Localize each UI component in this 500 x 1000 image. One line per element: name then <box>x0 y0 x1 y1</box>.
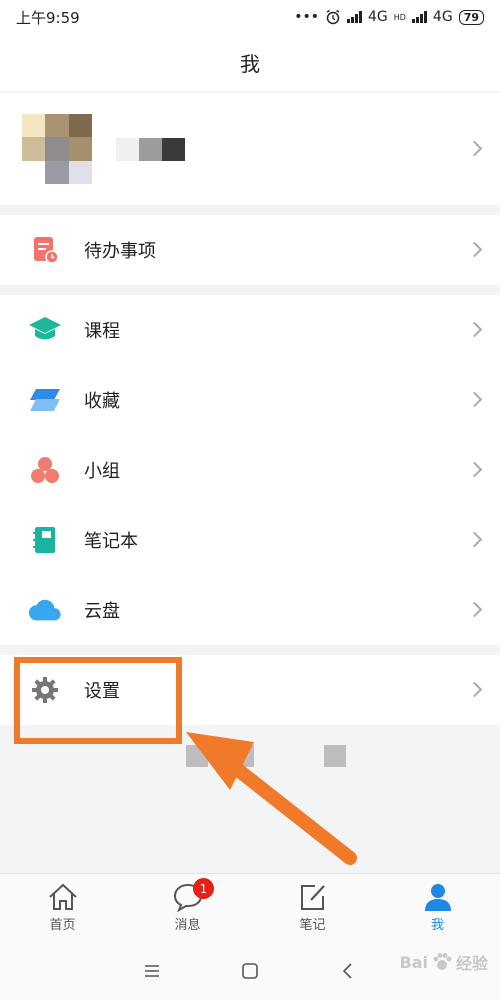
watermark-suffix: 经验 <box>455 954 488 973</box>
blurred-block <box>324 745 346 767</box>
chevron-right-icon <box>466 241 483 258</box>
user-icon <box>424 884 451 911</box>
chevron-right-icon <box>466 140 483 157</box>
cloud-icon <box>28 593 62 627</box>
menu-icon[interactable] <box>143 963 161 979</box>
chevron-right-icon <box>466 681 483 698</box>
status-time: 上午9:59 <box>16 8 80 27</box>
page-header: 我 <box>0 34 500 92</box>
menu-item-courses[interactable]: 课程 <box>0 295 500 365</box>
chevron-right-icon <box>466 461 483 478</box>
blurred-block <box>232 745 254 767</box>
menu-item-groups[interactable]: 小组 <box>0 435 500 505</box>
status-bar: 上午9:59 ••• 4G HD 4G 79 <box>0 0 500 34</box>
menu-item-favorites[interactable]: 收藏 <box>0 365 500 435</box>
page-title: 我 <box>240 52 260 76</box>
layers-icon <box>28 383 62 417</box>
menu-label-courses: 课程 <box>84 321 120 342</box>
menu-label-groups: 小组 <box>84 461 120 482</box>
settings-highlight-box <box>14 657 182 744</box>
menu-label-todo: 待办事项 <box>84 241 156 262</box>
back-icon[interactable] <box>339 962 357 980</box>
tab-home[interactable]: 首页 <box>0 874 125 941</box>
battery-icon: 79 <box>458 9 484 25</box>
tab-notes[interactable]: 笔记 <box>250 874 375 941</box>
blurred-block <box>186 745 208 767</box>
chevron-right-icon <box>466 321 483 338</box>
home-square-icon[interactable] <box>241 962 259 980</box>
tab-me[interactable]: 我 <box>375 874 500 941</box>
tab-label-notes: 笔记 <box>299 918 326 933</box>
tab-label-messages: 消息 <box>174 918 201 933</box>
notebook-icon <box>28 523 62 557</box>
chevron-right-icon <box>466 531 483 548</box>
watermark-text: Bai <box>399 952 428 972</box>
tab-messages[interactable]: 1 消息 <box>125 874 250 941</box>
hd-tag: HD <box>393 12 406 22</box>
username-blurred <box>116 137 185 161</box>
paw-icon <box>433 953 452 970</box>
tab-label-me: 我 <box>430 918 444 933</box>
menu-item-cloud[interactable]: 云盘 <box>0 575 500 645</box>
menu-label-favorites: 收藏 <box>84 391 120 412</box>
network-label-2: 4G <box>432 9 453 25</box>
more-dots-icon: ••• <box>294 9 319 25</box>
graduation-cap-icon <box>28 313 62 347</box>
watermark: Bai 经验 <box>400 950 489 974</box>
status-indicators: ••• 4G HD 4G 79 <box>294 9 484 25</box>
menu-item-notebook[interactable]: 笔记本 <box>0 505 500 575</box>
chevron-right-icon <box>466 601 483 618</box>
menu-label-cloud: 云盘 <box>84 601 120 622</box>
menu-item-todo[interactable]: 待办事项 <box>0 215 500 285</box>
network-label-1: 4G <box>367 9 388 25</box>
edit-note-icon <box>300 885 325 910</box>
home-icon <box>48 883 77 910</box>
tab-label-home: 首页 <box>49 918 76 933</box>
menu-label-notebook: 笔记本 <box>84 531 138 552</box>
profile-row[interactable] <box>0 93 500 205</box>
signal-icon <box>346 11 362 23</box>
alarm-icon <box>326 9 340 25</box>
chevron-right-icon <box>466 391 483 408</box>
todo-group: 待办事项 <box>0 215 500 285</box>
bottom-tab-bar: 首页 1 消息 笔记 我 <box>0 873 500 941</box>
group-circles-icon <box>28 453 62 487</box>
avatar <box>22 114 92 184</box>
signal-icon-2 <box>411 11 427 23</box>
main-menu-group: 课程 收藏 小组 笔记本 云盘 <box>0 295 500 645</box>
todo-icon <box>28 233 62 267</box>
message-count-badge: 1 <box>193 878 214 899</box>
